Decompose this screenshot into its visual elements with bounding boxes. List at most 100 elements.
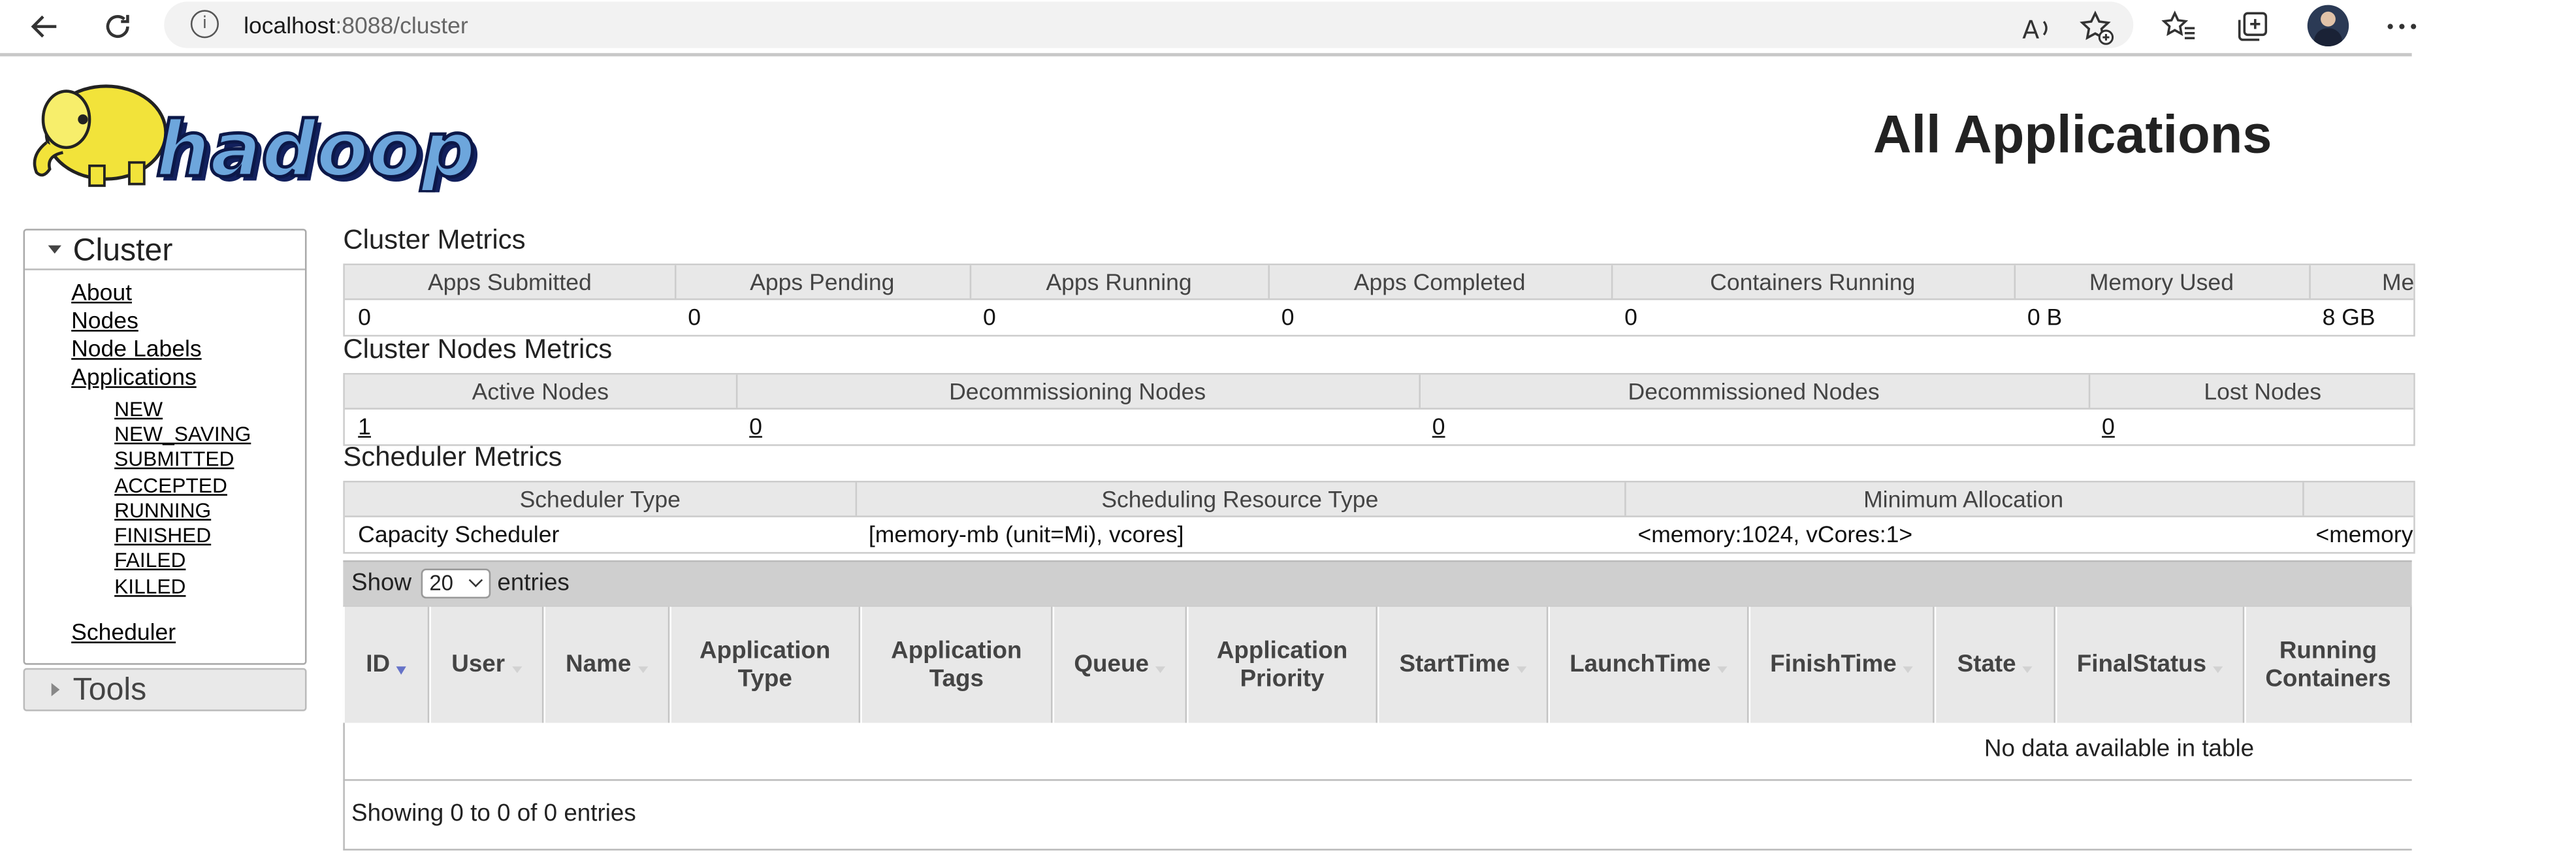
nodes-value-active-link[interactable]: 1 [345, 410, 411, 443]
chevron-down-icon [48, 245, 61, 254]
favorite-add-icon[interactable] [2077, 8, 2117, 48]
scheduler-metrics-table: Scheduler Type Scheduling Resource Type … [343, 480, 2415, 554]
nodes-value-decommissioning-link[interactable]: 0 [736, 410, 803, 443]
metric-header-containers-running: Containers Running [1611, 265, 2016, 299]
chevron-down-icon [468, 573, 483, 588]
sidebar-state-running[interactable]: RUNNING [114, 499, 211, 523]
nodes-metrics-title: Cluster Nodes Metrics [343, 334, 613, 365]
sidebar-state-finished[interactable]: FINISHED [114, 524, 211, 547]
url-text[interactable]: localhost:8088/cluster [244, 12, 468, 39]
sort-icon [2022, 665, 2033, 673]
column-header-starttime[interactable]: StartTime [1377, 606, 1549, 725]
nodes-value-decommissioned-link[interactable]: 0 [1419, 410, 1485, 443]
column-header-application-tags[interactable]: Application Tags [860, 606, 1053, 725]
column-header-name[interactable]: Name [543, 606, 670, 725]
column-label-application-tags: Application Tags [891, 637, 1022, 692]
column-header-launchtime[interactable]: LaunchTime [1548, 606, 1749, 725]
column-label-name: Name [566, 651, 632, 679]
metric-value-apps-pending: 0 [688, 303, 701, 331]
scheduler-header-type: Scheduler Type [345, 482, 858, 516]
svg-text:A: A [2022, 15, 2039, 43]
column-header-id[interactable]: ID [343, 606, 430, 725]
column-header-application-priority[interactable]: Application Priority [1187, 606, 1377, 725]
column-header-queue[interactable]: Queue [1052, 606, 1187, 725]
profile-avatar[interactable] [2307, 5, 2349, 47]
column-header-finalstatus[interactable]: FinalStatus [2055, 606, 2245, 725]
column-label-running-containers: Running Containers [2265, 637, 2391, 692]
column-label-application-priority: Application Priority [1216, 637, 1348, 692]
svg-text:hadoop: hadoop [156, 105, 475, 192]
more-icon[interactable] [2382, 7, 2422, 46]
column-label-starttime: StartTime [1399, 651, 1510, 679]
scheduler-header-min-allocation: Minimum Allocation [1624, 482, 2304, 516]
entries-label: entries [497, 570, 570, 597]
sort-icon [1516, 665, 1526, 673]
sidebar-state-submitted[interactable]: SUBMITTED [114, 447, 234, 471]
metric-header-apps-running: Apps Running [970, 265, 1270, 299]
nodes-header-decommissioned: Decommissioned Nodes [1419, 374, 2091, 408]
scheduler-value-type: Capacity Scheduler [358, 520, 560, 547]
read-aloud-icon[interactable]: A [2018, 8, 2057, 48]
sort-desc-icon [396, 666, 407, 675]
metric-header-memory-total: Me [2309, 265, 2413, 299]
cluster-metrics-title: Cluster Metrics [343, 225, 526, 255]
cluster-metrics-table: Apps Submitted Apps Pending Apps Running… [343, 263, 2415, 337]
sidebar-link-nodes[interactable]: Nodes [71, 307, 138, 334]
sidebar-tools-label[interactable]: Tools [73, 673, 147, 709]
page-size-value[interactable]: 20 [429, 570, 453, 595]
column-header-state[interactable]: State [1934, 606, 2055, 725]
nodes-header-active: Active Nodes [345, 374, 738, 408]
metric-header-apps-pending: Apps Pending [675, 265, 972, 299]
sidebar-state-new[interactable]: NEW [114, 398, 163, 421]
table-info-text: Showing 0 to 0 of 0 entries [351, 800, 636, 828]
column-header-user[interactable]: User [429, 606, 544, 725]
scheduler-metrics-title: Scheduler Metrics [343, 442, 562, 473]
column-header-application-type[interactable]: Application Type [669, 606, 861, 725]
sidebar-link-scheduler[interactable]: Scheduler [71, 619, 176, 645]
sort-icon [1717, 665, 1728, 673]
refresh-icon[interactable] [96, 5, 139, 48]
scheduler-header-max-allocation [2302, 483, 2413, 516]
sort-icon [637, 665, 648, 673]
sidebar-state-new-saving[interactable]: NEW_SAVING [114, 423, 251, 446]
nodes-value-lost-link[interactable]: 0 [2089, 410, 2155, 443]
chevron-right-icon [51, 683, 60, 696]
sidebar-tools-panel[interactable]: Tools [23, 668, 307, 711]
sidebar-state-failed[interactable]: FAILED [114, 549, 185, 572]
column-label-queue: Queue [1074, 651, 1149, 679]
sidebar-cluster-label[interactable]: Cluster [73, 234, 173, 270]
nodes-header-decommissioning: Decommissioning Nodes [736, 374, 1421, 408]
column-header-running-containers[interactable]: Running Containers [2244, 606, 2412, 725]
column-label-finishtime: FinishTime [1770, 651, 1897, 679]
table-empty-row: No data available in table [343, 722, 2412, 781]
metric-value-apps-running: 0 [982, 303, 996, 331]
column-label-user: User [451, 651, 506, 679]
sidebar-link-applications[interactable]: Applications [71, 363, 197, 390]
empty-table-message: No data available in table [1984, 736, 2255, 763]
sidebar-cluster-panel: Cluster About Nodes Node Labels Applicat… [23, 229, 307, 665]
page-size-select[interactable]: 20 [421, 568, 491, 599]
back-arrow-icon[interactable] [24, 5, 67, 48]
favorites-icon[interactable] [2160, 7, 2200, 46]
collections-icon[interactable] [2233, 7, 2273, 46]
sidebar-state-killed[interactable]: KILLED [114, 575, 185, 599]
address-bar[interactable]: i localhost:8088/cluster A [164, 1, 2134, 48]
sidebar-link-node-labels[interactable]: Node Labels [71, 335, 202, 362]
sidebar-state-accepted[interactable]: ACCEPTED [114, 474, 227, 498]
column-header-finishtime[interactable]: FinishTime [1748, 606, 1935, 725]
metric-value-memory-total: 8 GB [2322, 303, 2375, 331]
page-title: All Applications [1873, 104, 2272, 165]
browser-toolbar: i localhost:8088/cluster A [0, 0, 2417, 57]
info-icon[interactable]: i [190, 10, 219, 39]
sidebar-link-about[interactable]: About [71, 278, 132, 305]
metric-value-apps-submitted: 0 [358, 303, 371, 331]
column-label-finalstatus: FinalStatus [2076, 651, 2207, 679]
scheduler-header-resource-type: Scheduling Resource Type [856, 482, 1626, 516]
metric-header-memory-used: Memory Used [2014, 265, 2311, 299]
metric-value-containers-running: 0 [1624, 303, 1637, 331]
sidebar-cluster-header[interactable]: Cluster [25, 231, 305, 270]
scheduler-value-resource-type: [memory-mb (unit=Mi), vcores] [868, 520, 1184, 547]
hadoop-logo[interactable]: hadoop hadoop [24, 70, 521, 199]
nodes-header-lost: Lost Nodes [2089, 375, 2413, 408]
show-label: Show [351, 570, 412, 597]
